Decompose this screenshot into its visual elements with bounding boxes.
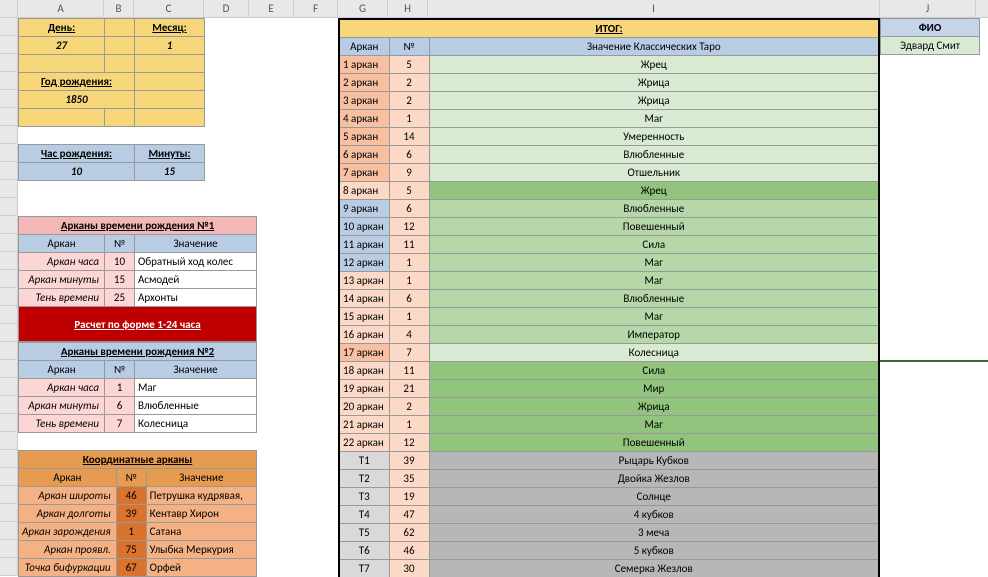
spreadsheet: A B C D E F G H I J День: Месяц: 27 1 Го… (0, 0, 988, 577)
table-row: Аркан минуты6Влюбленные (19, 397, 257, 415)
table-row: Аркан проявл.75Улыбка Меркурия (19, 541, 257, 559)
hour-value[interactable]: 10 (19, 163, 135, 181)
table-row: 17 аркан7Колесница (339, 344, 879, 362)
month-label: Месяц: (135, 19, 205, 37)
table-row: Аркан долготы39Кентавр Хирон (19, 505, 257, 523)
table-row: Т730Семерка Жезлов (339, 560, 879, 577)
table-row: Аркан часа10Обратный ход колес (19, 253, 257, 271)
row-headers (0, 18, 18, 576)
table-row: 2 аркан2Жрица (339, 74, 879, 92)
table-row: 15 аркан1Маг (339, 308, 879, 326)
table-row: 21 аркан1Маг (339, 416, 879, 434)
table-row: 11 аркан11Сила (339, 236, 879, 254)
hour-label: Час рождения: (19, 145, 135, 163)
time-arcana-1: Арканы времени рождения №1 Аркан № Значе… (18, 216, 257, 307)
table-row: Тень времени7Колесница (19, 415, 257, 433)
table-row: Аркан зарождения1Сатана (19, 523, 257, 541)
table-row: 8 аркан5Жрец (339, 182, 879, 200)
table-row: 13 аркан1Маг (339, 272, 879, 290)
table-row: 9 аркан6Влюбленные (339, 200, 879, 218)
calc-button[interactable]: Расчет по форме 1-24 часа (18, 306, 257, 342)
fio-label: ФИО (881, 19, 980, 37)
table-row: Т6465 кубков (339, 542, 879, 560)
birthdate-block: День: Месяц: 27 1 Год рождения: 1850 (18, 18, 205, 127)
time2-title: Арканы времени рождения №2 (19, 343, 257, 361)
table-row: 19 аркан21Мир (339, 380, 879, 398)
table-row: 3 аркан2Жрица (339, 92, 879, 110)
birthtime-block: Час рождения: Минуты: 10 15 (18, 144, 205, 181)
table-row: 22 аркан12Повешенный (339, 434, 879, 452)
table-row: Аркан часа1Маг (19, 379, 257, 397)
col-headers: A B C D E F G H I J (0, 0, 988, 18)
result-title: ИТОГ: (339, 19, 879, 38)
table-row: 4 аркан1Маг (339, 110, 879, 128)
table-row: 1 аркан5Жрец (339, 56, 879, 74)
table-row: 20 аркан2Жрица (339, 398, 879, 416)
table-row: Т5623 меча (339, 524, 879, 542)
table-row: Т235Двойка Жезлов (339, 470, 879, 488)
table-row: Т139Рыцарь Кубков (339, 452, 879, 470)
table-row: 6 аркан6Влюбленные (339, 146, 879, 164)
table-row: 7 аркан9Отшельник (339, 164, 879, 182)
table-row: 10 аркан12Повешенный (339, 218, 879, 236)
min-label: Минуты: (135, 145, 205, 163)
time-arcana-2: Арканы времени рождения №2 Аркан № Значе… (18, 342, 257, 433)
table-row: Т4474 кубков (339, 506, 879, 524)
coord-arcana: Координатные арканы Аркан № Значение Арк… (18, 450, 257, 577)
year-value[interactable]: 1850 (19, 91, 135, 109)
table-row: Аркан широты46Петрушка кудрявая, (19, 487, 257, 505)
coord-title: Координатные арканы (19, 451, 257, 469)
day-label: День: (19, 19, 105, 37)
table-row: Т319Солнце (339, 488, 879, 506)
table-row: Аркан минуты15Асмодей (19, 271, 257, 289)
year-label: Год рождения: (19, 73, 135, 91)
table-row: Тень времени25Архонты (19, 289, 257, 307)
result-table: ИТОГ: Аркан № Значение Классических Таро… (338, 18, 880, 577)
table-row: 16 аркан4Император (339, 326, 879, 344)
table-row: 12 аркан1Маг (339, 254, 879, 272)
time1-title: Арканы времени рождения №1 (19, 217, 257, 235)
fio-block: ФИО Эдвард Смит (880, 18, 980, 55)
green-divider (880, 360, 988, 362)
table-row: Точка бифуркации67Орфей (19, 559, 257, 577)
table-row: 18 аркан11Сила (339, 362, 879, 380)
min-value[interactable]: 15 (135, 163, 205, 181)
table-row: 5 аркан14Умеренность (339, 128, 879, 146)
fio-value[interactable]: Эдвард Смит (881, 37, 980, 55)
month-value[interactable]: 1 (135, 37, 205, 55)
table-row: 14 аркан6Влюбленные (339, 290, 879, 308)
day-value[interactable]: 27 (19, 37, 105, 55)
